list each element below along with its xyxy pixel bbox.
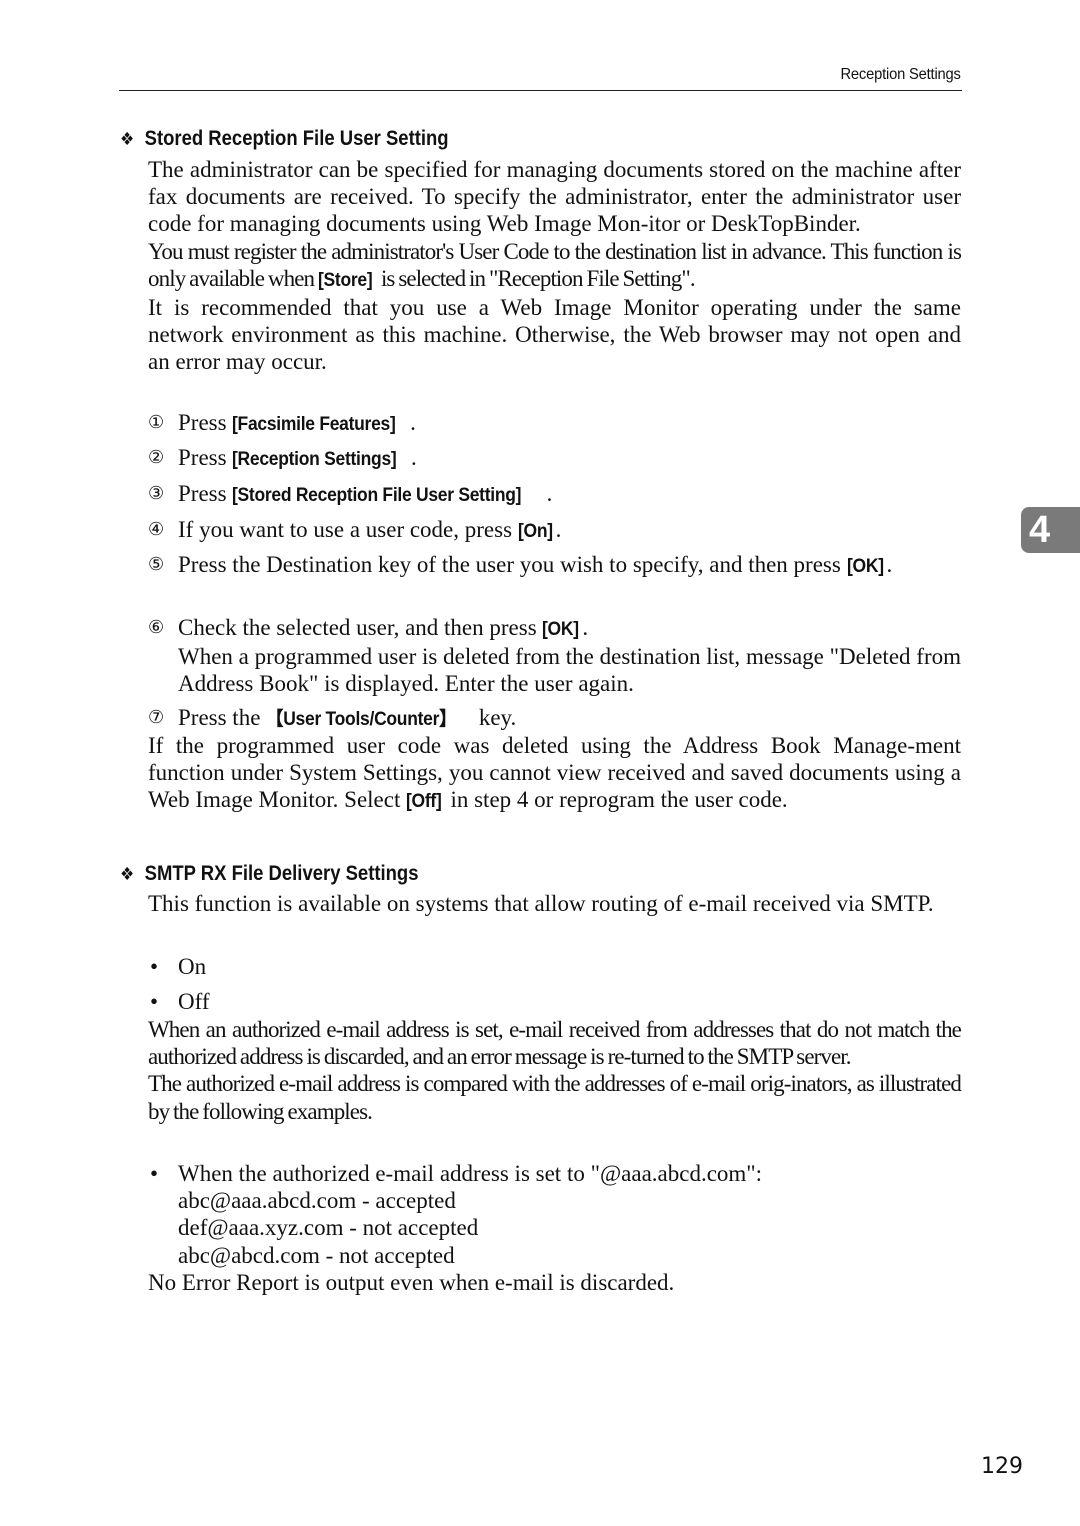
example-line: abc@abcd.com - not accepted [178, 1242, 455, 1268]
section-heading-text: SMTP RX File Delivery Settings [144, 862, 419, 885]
text: . [410, 410, 416, 435]
step-item: ② Press [Reception Settings]. [148, 444, 961, 473]
step-number: ② [148, 447, 165, 467]
paragraph: It is recommended that you use a Web Ima… [148, 295, 961, 375]
key-label: 【User Tools/Counter】 [266, 709, 457, 730]
text: Press [178, 481, 233, 506]
section-heading-stored-reception: ❖ Stored Reception File User Setting [120, 127, 449, 151]
text: . [411, 445, 417, 470]
paragraph: This function is available on systems th… [148, 891, 934, 916]
paragraph: If the programmed user code was deleted … [148, 732, 961, 816]
text: . [546, 481, 553, 506]
text: . [555, 517, 562, 542]
text: is selected in "Reception File Setting". [377, 265, 696, 291]
example-line: def@aaa.xyz.com - not accepted [178, 1215, 479, 1241]
step-item: ③ Press [Stored Reception File User Sett… [148, 480, 961, 509]
step-note: When a programmed user is deleted from t… [178, 644, 961, 697]
text: Press the [178, 705, 267, 730]
text: If you want to use a user code, press [178, 517, 518, 542]
header-rule [119, 90, 962, 91]
key-label: [On] [517, 521, 553, 542]
step-number: ⑤ [148, 554, 165, 574]
step-item: ⑦ Press the 【User Tools/Counter】 key. [148, 704, 961, 733]
page-number: 129 [981, 1454, 1023, 1479]
bullet-icon: • [150, 989, 159, 1014]
section-heading-smtp: ❖ SMTP RX File Delivery Settings [120, 862, 419, 886]
key-label: [Off] [406, 791, 442, 813]
chapter-tab: 4 [1021, 507, 1080, 553]
text: in step 4 or reprogram the user code. [444, 787, 788, 813]
section-heading-text: Stored Reception File User Setting [144, 127, 449, 150]
paragraph: You must register the administrator's Us… [148, 238, 962, 294]
key-label: [Facsimile Features] [232, 414, 396, 435]
section2-closing: No Error Report is output even when e-ma… [148, 1269, 961, 1296]
option-item: • Off [148, 988, 961, 1015]
text: Check the selected user, and then press [178, 615, 543, 640]
section1-closing: If the programmed user code was deleted … [148, 732, 961, 816]
diamond-bullet-icon: ❖ [120, 129, 135, 149]
option-label: On [178, 954, 207, 979]
key-label: [Stored Reception File User Setting] [232, 485, 522, 506]
example-line: abc@aaa.abcd.com - accepted [178, 1188, 456, 1214]
diamond-bullet-icon: ❖ [120, 864, 135, 884]
text: . [582, 615, 589, 640]
step-item: ④ If you want to use a user code, press … [148, 516, 961, 545]
example-intro: When the authorized e-mail address is se… [178, 1161, 763, 1186]
option-item: • On [148, 953, 961, 980]
step-item: ⑤ Press the Destination key of the user … [148, 551, 961, 580]
paragraph: The administrator can be specified for m… [148, 157, 961, 237]
section2-body: When an authorized e-mail address is set… [148, 1016, 962, 1125]
running-header: Reception Settings [840, 66, 961, 83]
step-number: ③ [148, 483, 165, 503]
bullet-icon: • [150, 1161, 159, 1186]
text: Press [178, 410, 233, 435]
section2-intro: This function is available on systems th… [148, 890, 961, 917]
example-item: • When the authorized e-mail address is … [148, 1160, 961, 1269]
step-number: ① [148, 412, 165, 432]
step-item: ⑥ Check the selected user, and then pres… [148, 614, 961, 698]
step-number: ⑥ [148, 617, 165, 637]
step-item: ① Press [Facsimile Features]. [148, 409, 961, 438]
option-label: Off [178, 989, 210, 1014]
paragraph: The authorized e-mail address is compare… [148, 1071, 962, 1124]
step-number: ⑦ [148, 707, 165, 727]
step-number: ④ [148, 519, 165, 539]
key-label: [Reception Settings] [232, 449, 397, 470]
text: Press [178, 445, 233, 470]
paragraph: No Error Report is output even when e-ma… [148, 1270, 675, 1295]
key-label: [OK] [846, 556, 884, 577]
text: . [886, 552, 893, 577]
bullet-icon: • [150, 954, 159, 979]
paragraph: When an authorized e-mail address is set… [148, 1017, 962, 1070]
key-label: [Store] [317, 269, 373, 291]
key-label: [OK] [542, 619, 580, 640]
text: Press the Destination key of the user yo… [178, 552, 847, 577]
text: key. [473, 705, 517, 730]
section1-body: The administrator can be specified for m… [148, 156, 962, 376]
